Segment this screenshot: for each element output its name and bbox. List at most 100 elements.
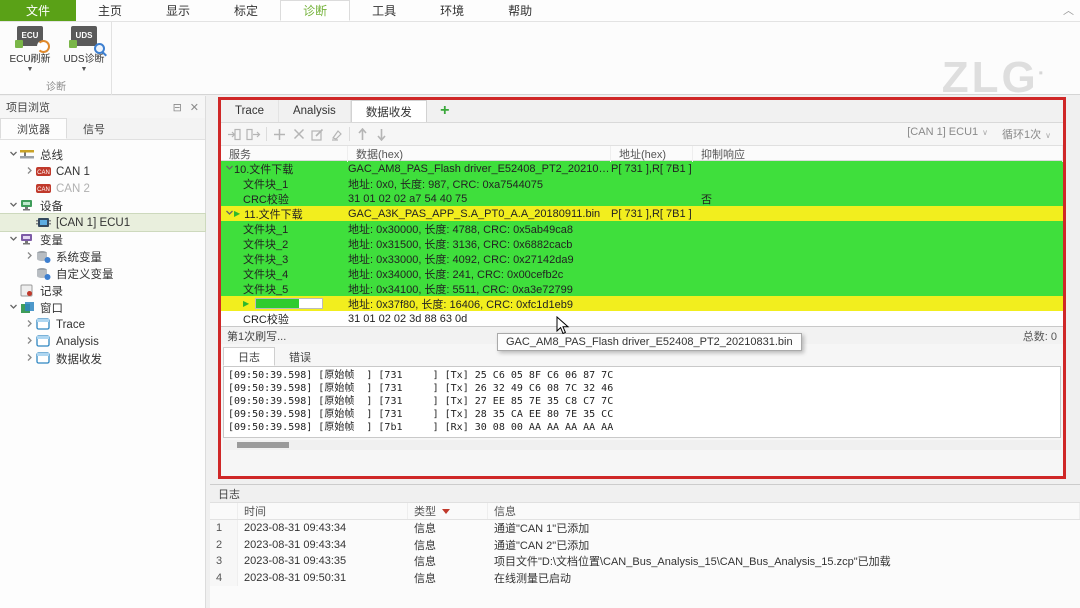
- log-line: [09:50:39.598] [原始帧 ] [731 ] [Tx] 27 EE …: [228, 396, 614, 407]
- table-row[interactable]: 文件块_1 地址: 0x30000, 长度: 4788, CRC: 0x5ab49…: [221, 221, 1063, 236]
- ribbon-button-ecu[interactable]: ECU ECU刷新 ▼: [4, 25, 56, 77]
- sidebar-tab-浏览器[interactable]: 浏览器: [0, 118, 67, 139]
- tree-item-设备[interactable]: 设备: [0, 197, 205, 214]
- tree-item-系统变量[interactable]: 系统变量: [0, 248, 205, 265]
- table-row[interactable]: 文件块_3 地址: 0x33000, 长度: 4092, CRC: 0x27142…: [221, 251, 1063, 266]
- ribbon-tab-环境[interactable]: 环境: [418, 0, 486, 21]
- chevron-right-icon[interactable]: [22, 251, 36, 263]
- chevron-right-icon[interactable]: [22, 166, 36, 178]
- ribbon-tab-主页[interactable]: 主页: [76, 0, 144, 21]
- table-row[interactable]: 文件块_1 地址: 0x0, 长度: 987, CRC: 0xa7544075: [221, 176, 1063, 191]
- tree-item-窗口[interactable]: 窗口: [0, 299, 205, 316]
- chevron-right-icon[interactable]: [22, 336, 36, 348]
- row-number: 3: [210, 553, 238, 570]
- add-tab-button[interactable]: +: [427, 100, 463, 122]
- chevron-down-icon[interactable]: [6, 302, 20, 314]
- delete-icon[interactable]: [289, 126, 308, 142]
- tree-item-变量[interactable]: 变量: [0, 231, 205, 248]
- close-icon[interactable]: ✕: [190, 101, 199, 114]
- address-cell: P[ 731 ],R[ 7B1 ]: [611, 207, 692, 220]
- ribbon-tab-帮助[interactable]: 帮助: [486, 0, 554, 21]
- zlg-logo: ZLG▪: [941, 53, 1046, 102]
- table-row[interactable]: 10.文件下载 GAC_AM8_PAS_Flash driver_E52408_P…: [221, 161, 1063, 176]
- filter-icon[interactable]: [442, 508, 450, 514]
- down-icon[interactable]: [372, 126, 391, 142]
- tree-item-Analysis[interactable]: Analysis: [0, 333, 205, 350]
- tab-Trace[interactable]: Trace: [221, 100, 279, 122]
- column-header-服务[interactable]: 服务: [221, 146, 348, 162]
- table-row[interactable]: 文件块_4 地址: 0x34000, 长度: 241, CRC: 0x00cefb…: [221, 266, 1063, 281]
- project-browser-title: 项目浏览: [6, 102, 50, 114]
- ribbon-collapse-icon[interactable]: ︿: [1063, 2, 1074, 18]
- tab-Analysis[interactable]: Analysis: [279, 100, 351, 122]
- ecu-selector[interactable]: [CAN 1] ECU1 ∨: [907, 126, 988, 142]
- scrollbar-thumb[interactable]: [237, 442, 289, 448]
- tree-item-[CAN 1] ECU1[interactable]: [CAN 1] ECU1: [0, 213, 206, 232]
- app-window: 文件 主页 显示 标定 诊断 工具 环境 帮助 ︿ ECU ECU刷新 ▼ UDS UDS诊断 ▼ 诊断…: [0, 0, 1080, 608]
- chevron-down-icon[interactable]: [6, 234, 20, 246]
- column-header-时间[interactable]: 时间: [238, 503, 408, 519]
- chevron-down-icon[interactable]: [221, 208, 234, 219]
- log-table-row[interactable]: 1 2023-08-31 09:43:34 信息 通道"CAN 1"已添加: [210, 520, 1080, 537]
- progress-bar: [255, 298, 324, 309]
- frame-log-view[interactable]: [09:50:39.598] [原始帧 ] [731 ] [Tx] 25 C6 …: [223, 366, 1061, 438]
- tree-item-总线[interactable]: 总线: [0, 146, 205, 163]
- column-header-类型[interactable]: 类型: [408, 503, 488, 519]
- export-icon[interactable]: [244, 126, 263, 142]
- toolbar-separator: [266, 127, 267, 141]
- column-header-数据(hex)[interactable]: 数据(hex): [348, 146, 611, 162]
- log-horizontal-scrollbar[interactable]: [223, 440, 1061, 450]
- ribbon-tab-文件[interactable]: 文件: [0, 0, 77, 21]
- ribbon-body: ECU ECU刷新 ▼ UDS UDS诊断 ▼ 诊断 ZLG▪: [0, 22, 1080, 100]
- tree-item-数据收发[interactable]: 数据收发: [0, 350, 205, 367]
- column-header-抑制响应[interactable]: 抑制响应: [693, 146, 1063, 162]
- table-row[interactable]: 文件块_2 地址: 0x31500, 长度: 3136, CRC: 0x6882c…: [221, 236, 1063, 251]
- ribbon-tab-标定[interactable]: 标定: [212, 0, 280, 21]
- import-icon[interactable]: [225, 126, 244, 142]
- clear-icon[interactable]: [327, 126, 346, 142]
- ribbon-tab-工具[interactable]: 工具: [350, 0, 418, 21]
- flash-status-text: 第1次刷写...: [227, 330, 287, 343]
- tree-item-自定义变量[interactable]: 自定义变量: [0, 265, 205, 282]
- column-header-信息[interactable]: 信息: [488, 503, 1080, 519]
- tree-item-label: 设备: [40, 200, 63, 213]
- edit-icon[interactable]: [308, 126, 327, 142]
- table-row[interactable]: ▶ 11.文件下载 GAC_A3K_PAS_APP_S.A_PT0_A.A_2018…: [221, 206, 1063, 221]
- data-cell: GAC_AM8_PAS_Flash driver_E52408_PT2_2021…: [348, 162, 611, 175]
- service-name: CRC校验: [243, 193, 289, 206]
- tree-item-label: Analysis: [56, 335, 99, 348]
- pin-icon[interactable]: ⊟: [173, 101, 182, 114]
- table-row[interactable]: ▶ 地址: 0x37f80, 长度: 16406, CRC: 0xfc1d1eb9: [221, 296, 1063, 311]
- tree-item-CAN 2[interactable]: CAN CAN 2: [0, 180, 205, 197]
- table-row[interactable]: CRC校验 31 01 02 02 3d 88 63 0d: [221, 311, 1063, 326]
- log-tab-日志[interactable]: 日志: [223, 347, 275, 366]
- add-icon[interactable]: [270, 126, 289, 142]
- table-row[interactable]: CRC校验 31 01 02 02 a7 54 40 75 否: [221, 191, 1063, 206]
- tree-item-CAN 1[interactable]: CAN CAN 1: [0, 163, 205, 180]
- toolbar-separator: [349, 127, 350, 141]
- chevron-down-icon[interactable]: [6, 200, 20, 212]
- info-cell: 通道"CAN 2"已添加: [494, 539, 590, 552]
- play-icon: ▶: [234, 209, 241, 218]
- chevron-right-icon[interactable]: [22, 319, 36, 331]
- log-table-row[interactable]: 4 2023-08-31 09:50:31 信息 在线测量已启动: [210, 569, 1080, 586]
- table-row[interactable]: 文件块_5 地址: 0x34100, 长度: 5511, CRC: 0xa3e72…: [221, 281, 1063, 296]
- log-table-row[interactable]: 3 2023-08-31 09:43:35 信息 项目文件"D:\文档位置\CAN_B…: [210, 553, 1080, 570]
- log-table-row[interactable]: 2 2023-08-31 09:43:34 信息 通道"CAN 2"已添加: [210, 536, 1080, 553]
- info-cell: 通道"CAN 1"已添加: [494, 523, 590, 536]
- chevron-down-icon[interactable]: [221, 163, 234, 174]
- up-icon[interactable]: [353, 126, 372, 142]
- ribbon-button-uds[interactable]: UDS UDS诊断 ▼: [58, 25, 110, 77]
- tree-item-记录[interactable]: 记录: [0, 282, 205, 299]
- ribbon-tab-诊断[interactable]: 诊断: [280, 0, 351, 21]
- sidebar-tab-信号[interactable]: 信号: [67, 118, 121, 139]
- row-number: 4: [210, 569, 238, 586]
- ribbon-tab-显示[interactable]: 显示: [144, 0, 212, 21]
- column-header-地址(hex)[interactable]: 地址(hex): [611, 146, 693, 162]
- tab-数据收发[interactable]: 数据收发: [350, 100, 427, 122]
- chevron-right-icon[interactable]: [22, 353, 36, 365]
- log-tab-错误[interactable]: 错误: [275, 347, 325, 366]
- loop-selector[interactable]: 循环1次 ∨: [1002, 126, 1051, 142]
- tree-item-Trace[interactable]: Trace: [0, 316, 205, 333]
- chevron-down-icon[interactable]: [6, 149, 20, 161]
